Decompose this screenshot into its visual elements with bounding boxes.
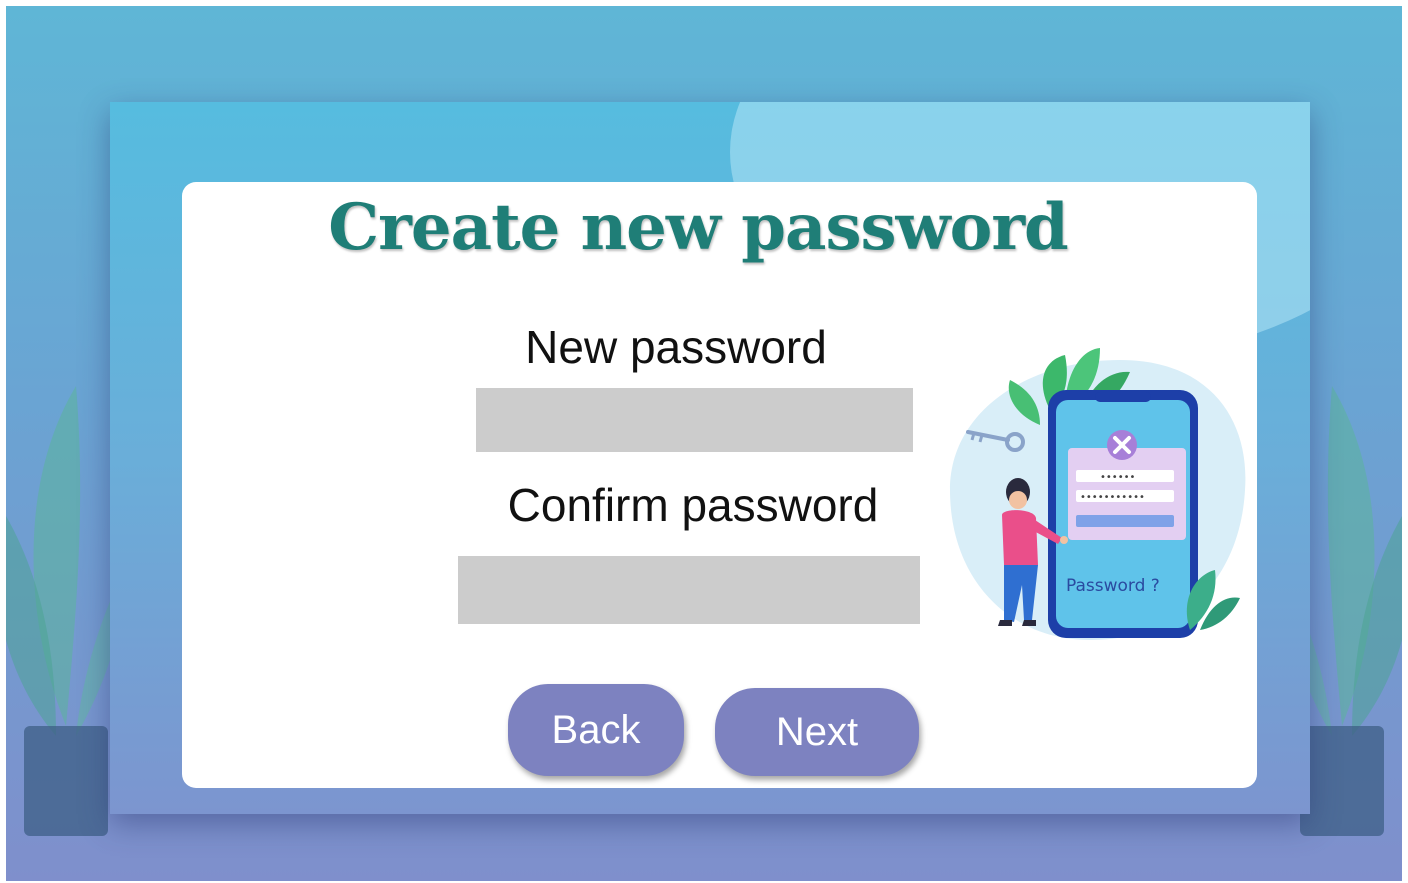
next-button[interactable]: Next: [715, 688, 919, 776]
back-button[interactable]: Back: [508, 684, 684, 776]
confirm-password-label: Confirm password: [507, 479, 879, 531]
phone-icon: •••••• •••••••••••: [1048, 390, 1198, 638]
password-illustration: •••••• •••••••••••: [950, 348, 1246, 640]
page-title: Create new password: [328, 190, 1069, 265]
new-password-input[interactable]: [476, 388, 913, 452]
svg-text:•••••••••••: •••••••••••: [1080, 492, 1145, 503]
confirm-password-input[interactable]: [458, 556, 920, 624]
illustration-caption: Password ?: [1066, 576, 1160, 596]
plant-left-icon: [6, 386, 126, 836]
svg-text:••••••: ••••••: [1100, 472, 1135, 483]
new-password-label: New password: [525, 321, 827, 373]
close-icon: [1107, 430, 1137, 460]
